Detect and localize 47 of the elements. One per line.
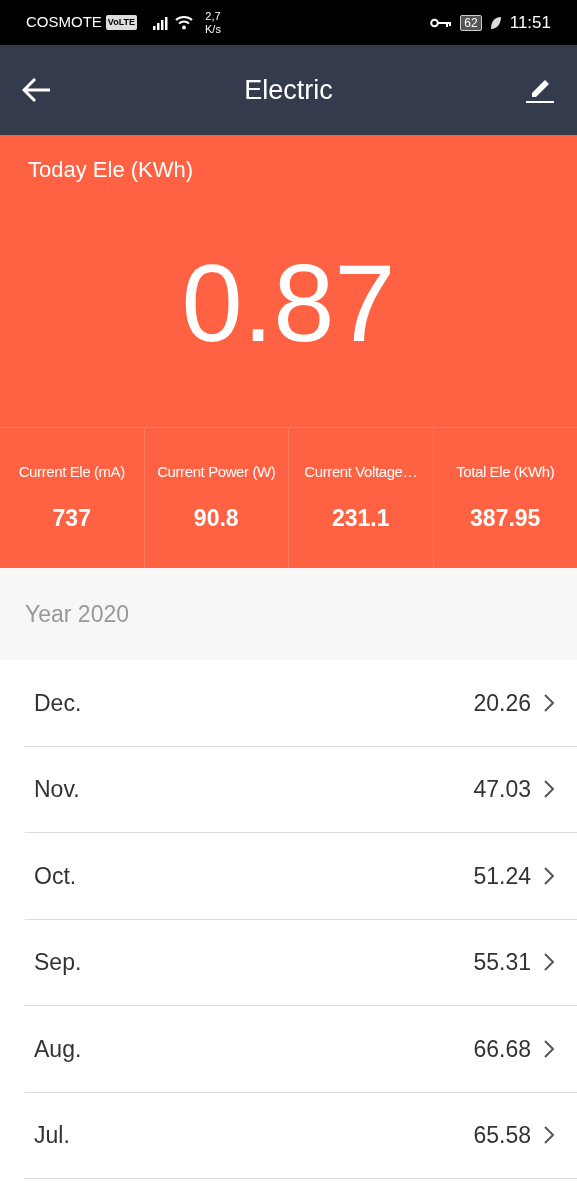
stat-value: 737 bbox=[52, 504, 91, 533]
stat-label: Current Ele (mA) bbox=[18, 461, 125, 482]
back-arrow-icon[interactable] bbox=[22, 77, 52, 103]
leaf-icon bbox=[489, 15, 502, 30]
chevron-icon bbox=[543, 952, 555, 973]
chevron-icon bbox=[543, 779, 555, 800]
month-value: 66.68 bbox=[473, 1034, 531, 1064]
month-value: 55.31 bbox=[473, 948, 531, 977]
month-value: 65.58 bbox=[473, 1121, 531, 1150]
screen-title: Electric bbox=[244, 73, 333, 107]
clock-time: 11:51 bbox=[509, 11, 551, 34]
month-name: Sep. bbox=[33, 948, 82, 977]
month-name: Aug. bbox=[33, 1034, 82, 1064]
month-row[interactable]: Dec. 20.26 bbox=[25, 660, 577, 747]
month-value: 47.03 bbox=[473, 775, 531, 804]
today-label: Today Ele (KWh) bbox=[27, 156, 195, 184]
month-row[interactable]: Sep. 55.31 bbox=[25, 919, 577, 1006]
month-row[interactable]: Jul. 65.58 bbox=[25, 1092, 577, 1179]
chevron-icon bbox=[543, 1125, 555, 1146]
stat-label: Current Power (W) bbox=[157, 461, 276, 482]
wifi-icon bbox=[175, 15, 193, 30]
month-row[interactable]: Oct. 51.24 bbox=[25, 833, 577, 920]
month-row[interactable]: Nov. 47.03 bbox=[25, 746, 577, 833]
month-value: 20.26 bbox=[473, 688, 531, 718]
stat-label: Total Ele (KWh) bbox=[456, 461, 555, 482]
stat-value: 231.1 bbox=[331, 504, 390, 533]
month-name: Oct. bbox=[33, 861, 77, 891]
chevron-icon bbox=[543, 865, 555, 886]
today-value: 0.87 bbox=[180, 248, 397, 358]
stat-value: 90.8 bbox=[193, 504, 239, 533]
month-name: Jul. bbox=[33, 1121, 70, 1150]
chevron-icon bbox=[543, 1038, 555, 1059]
speed-value: 2,7 bbox=[205, 10, 221, 23]
stat-label: Current Voltage… bbox=[304, 461, 418, 482]
month-row[interactable]: Aug. 66.68 bbox=[25, 1006, 577, 1093]
year-heading: Year 2020 bbox=[25, 599, 130, 629]
month-name: Nov. bbox=[33, 775, 80, 804]
month-value: 51.24 bbox=[473, 861, 531, 891]
key-icon bbox=[430, 17, 453, 28]
volte-badge: VoLTE bbox=[105, 14, 137, 31]
battery-level: 62 bbox=[460, 14, 482, 31]
chevron-icon bbox=[543, 692, 555, 713]
speed-unit: K/s bbox=[205, 22, 221, 35]
signal-icon bbox=[153, 15, 171, 30]
carrier-name: COSMOTE bbox=[26, 12, 102, 33]
month-name: Dec. bbox=[33, 688, 82, 718]
stat-value: 387.95 bbox=[470, 504, 541, 533]
